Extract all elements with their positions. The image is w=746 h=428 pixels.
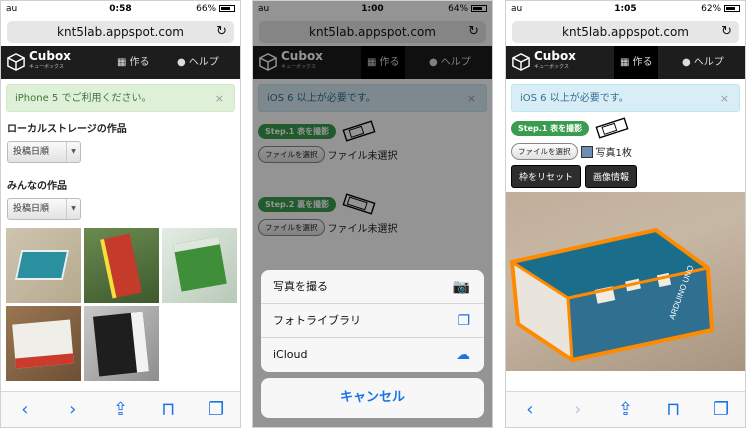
reset-frame-button[interactable]: 枠をリセット	[511, 165, 582, 188]
address-bar: knt5lab.appspot.com ↻	[506, 18, 745, 46]
reload-icon[interactable]: ↻	[721, 21, 732, 43]
battery-percent: 62%	[701, 4, 722, 14]
back-icon[interactable]: ‹	[10, 399, 40, 420]
url-field[interactable]: knt5lab.appspot.com ↻	[7, 21, 234, 43]
captured-photo[interactable]: ARDUINO UNO	[506, 192, 745, 371]
cancel-sheet: キャンセル	[261, 378, 484, 418]
share-icon[interactable]: ⇪	[105, 399, 135, 420]
work-thumbnail[interactable]	[84, 228, 159, 303]
tabs-icon[interactable]: ❐	[201, 399, 231, 420]
nav-help[interactable]: ● ヘルプ	[676, 46, 730, 79]
work-thumbnail[interactable]	[84, 306, 159, 381]
work-thumbnail[interactable]	[6, 228, 81, 303]
cube-logo-icon	[512, 53, 530, 71]
safari-toolbar: ‹ › ⇪ ⊓ ❐	[1, 391, 240, 427]
device-alert: iPhone 5 でご利用ください。 ×	[6, 84, 235, 112]
upload-action-sheet: 写真を撮る 📷 フォトライブラリ ❐ iCloud ☁	[261, 270, 484, 372]
step1-file-button[interactable]: ファイルを選択	[511, 143, 578, 160]
site-logo[interactable]: Cubox キューボックス	[512, 49, 576, 72]
gum-box-front-icon	[595, 117, 629, 139]
everyone-sort-value: 投稿日順	[13, 204, 50, 214]
everyone-sort-select[interactable]: 投稿日順 ▼	[7, 198, 81, 220]
chevron-down-icon: ▼	[66, 142, 80, 162]
step1-badge: Step.1 表を撮影	[511, 120, 590, 136]
alert-message: iPhone 5 でご利用ください。	[15, 93, 152, 104]
logo-subtitle: キューボックス	[534, 64, 569, 70]
battery-icon	[219, 5, 235, 12]
image-info-button[interactable]: 画像情報	[585, 165, 638, 188]
nav-make-label: 作る	[129, 57, 150, 68]
sheet-photo-library[interactable]: フォトライブラリ ❐	[261, 304, 484, 338]
cloud-icon: ☁	[456, 347, 470, 363]
site-logo[interactable]: Cubox キューボックス	[7, 49, 71, 72]
logo-title: Cubox	[29, 49, 71, 63]
site-navbar: Cubox キューボックス ▦ 作る ● ヘルプ	[506, 46, 745, 79]
photo-thumbnail-icon	[580, 145, 593, 158]
step1-row: Step.1 表を撮影	[511, 117, 740, 139]
grid-icon: ▦	[117, 57, 127, 68]
share-icon[interactable]: ⇪	[610, 399, 640, 420]
battery-indicator: 66%	[196, 4, 235, 14]
work-thumbnail[interactable]	[162, 228, 237, 303]
photo-library-icon: ❐	[457, 313, 470, 329]
icloud-label: iCloud	[273, 348, 308, 361]
help-icon: ●	[682, 57, 691, 68]
step1-file-row: ファイルを選択 写真1枚	[511, 143, 740, 160]
local-sort-select[interactable]: 投稿日順 ▼	[7, 141, 81, 163]
cancel-button[interactable]: キャンセル	[261, 378, 484, 418]
local-works-heading: ローカルストレージの作品	[7, 124, 127, 135]
safari-toolbar: ‹ › ⇪ ⊓ ❐	[506, 391, 745, 427]
help-icon: ●	[177, 57, 186, 68]
logo-title: Cubox	[534, 49, 576, 63]
battery-fill	[221, 7, 231, 10]
cube-logo-icon	[7, 53, 25, 71]
url-field[interactable]: knt5lab.appspot.com ↻	[512, 21, 739, 43]
back-icon[interactable]: ‹	[515, 399, 545, 420]
sheet-icloud[interactable]: iCloud ☁	[261, 338, 484, 372]
nav-make[interactable]: ▦ 作る	[614, 46, 659, 79]
alert-message: iOS 6 以上が必要です。	[520, 93, 629, 104]
logo-subtitle: キューボックス	[29, 64, 64, 70]
phone-screen-upload-sheet: au 1:00 64% knt5lab.appspot.com ↻ Cubox キ…	[252, 0, 493, 428]
url-text: knt5lab.appspot.com	[57, 25, 184, 39]
phone-screen-editor: au 1:05 62% knt5lab.appspot.com ↻ Cubox キ…	[505, 0, 746, 428]
nav-make-label: 作る	[632, 57, 653, 68]
nav-help-label: ヘルプ	[693, 57, 724, 68]
bookmarks-icon[interactable]: ⊓	[658, 399, 688, 420]
forward-icon[interactable]: ›	[563, 399, 593, 420]
box-photo-illustration: ARDUINO UNO	[509, 227, 715, 363]
photo-library-label: フォトライブラリ	[273, 314, 361, 327]
works-grid	[6, 228, 237, 381]
address-bar: knt5lab.appspot.com ↻	[1, 18, 240, 46]
step1-file-status: 写真1枚	[595, 148, 632, 159]
site-navbar: Cubox キューボックス ▦ 作る ● ヘルプ	[1, 46, 240, 79]
battery-indicator: 62%	[701, 4, 740, 14]
take-photo-label: 写真を撮る	[273, 280, 328, 293]
editor-button-row: 枠をリセット 画像情報	[511, 165, 740, 188]
camera-icon: 📷	[452, 279, 470, 295]
tabs-icon[interactable]: ❐	[706, 399, 736, 420]
sheet-take-photo[interactable]: 写真を撮る 📷	[261, 270, 484, 304]
url-text: knt5lab.appspot.com	[562, 25, 689, 39]
forward-icon[interactable]: ›	[58, 399, 88, 420]
everyone-works-heading: みんなの作品	[7, 181, 67, 192]
battery-fill	[726, 7, 735, 10]
chevron-down-icon: ▼	[66, 199, 80, 219]
close-icon[interactable]: ×	[720, 85, 729, 113]
nav-help-label: ヘルプ	[188, 57, 219, 68]
local-sort-value: 投稿日順	[13, 147, 50, 157]
reload-icon[interactable]: ↻	[216, 21, 227, 43]
battery-percent: 66%	[196, 4, 217, 14]
battery-icon	[724, 5, 740, 12]
close-icon[interactable]: ×	[215, 85, 224, 113]
bookmarks-icon[interactable]: ⊓	[153, 399, 183, 420]
work-thumbnail[interactable]	[6, 306, 81, 381]
phone-screen-gallery: au 0:58 66% knt5lab.appspot.com ↻ Cubox キ…	[0, 0, 241, 428]
status-bar: au 0:58 66%	[1, 1, 240, 18]
ios-requirement-alert: iOS 6 以上が必要です。 ×	[511, 84, 740, 112]
grid-icon: ▦	[620, 57, 630, 68]
nav-help[interactable]: ● ヘルプ	[171, 46, 225, 79]
nav-make[interactable]: ▦ 作る	[111, 46, 155, 79]
status-bar: au 1:05 62%	[506, 1, 745, 18]
